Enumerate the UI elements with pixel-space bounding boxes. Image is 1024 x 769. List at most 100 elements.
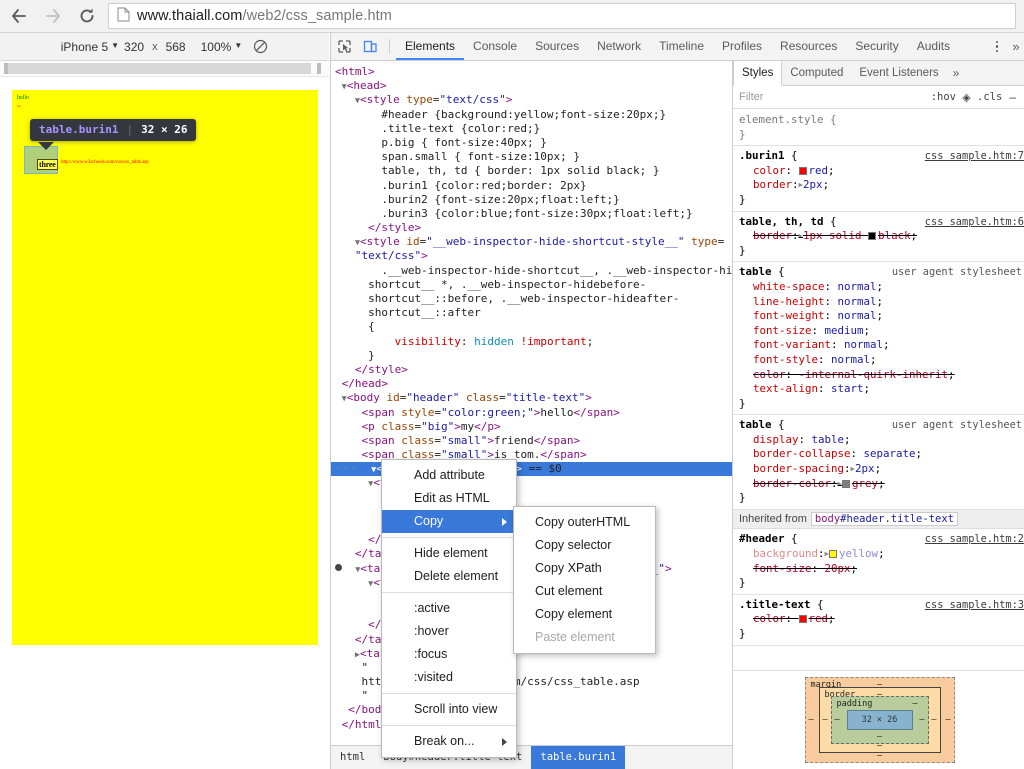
style-rule-inherited[interactable]: css sample.htm:3 .title-text { color: re…	[733, 595, 1024, 646]
device-selector[interactable]: iPhone 5 ▼	[61, 40, 119, 54]
dom-line[interactable]: shortcut__ *, .__web-inspector-hidebefor…	[331, 278, 732, 292]
padding-bottom-value[interactable]: –	[877, 732, 882, 742]
device-height-input[interactable]: 568	[166, 40, 186, 54]
dom-line[interactable]: </head>	[331, 377, 732, 391]
dom-line[interactable]: <p class="big">my</p>	[331, 420, 732, 434]
tab-timeline[interactable]: Timeline	[650, 33, 713, 60]
inspect-element-icon[interactable]	[331, 33, 357, 60]
style-rule-user-agent[interactable]: user agent stylesheet table { display: t…	[733, 415, 1024, 510]
declaration[interactable]: font-size: 20px;	[739, 562, 1024, 577]
toggle-device-toolbar-icon[interactable]	[357, 33, 383, 60]
dom-line[interactable]: .title-text {color:red;}	[331, 122, 732, 136]
dom-line[interactable]: visibility: hidden !important;	[331, 335, 732, 349]
page-table-cell-three[interactable]: three	[37, 159, 58, 170]
styles-rules-list[interactable]: element.style { } css sample.htm:7 .buri…	[733, 110, 1024, 670]
rule-source-link[interactable]: css sample.htm:2	[925, 532, 1024, 547]
more-options-icon[interactable]	[987, 40, 1007, 53]
declaration[interactable]: font-size: medium;	[739, 324, 1024, 339]
close-devtools-icon[interactable]: »	[1007, 39, 1024, 54]
color-palette-icon[interactable]: ◈	[960, 91, 973, 104]
dom-line[interactable]: #header {background:yellow;font-size:20p…	[331, 108, 732, 122]
menu-item-copy-outerhtml[interactable]: Copy outerHTML	[514, 511, 655, 534]
padding-top-value[interactable]: –	[912, 699, 917, 709]
dom-line[interactable]: .burin1 {color:red;border: 2px}	[331, 179, 732, 193]
dom-line[interactable]: }	[331, 349, 732, 363]
dom-line[interactable]: .burin3 {color:blue;font-size:30px;float…	[331, 207, 732, 221]
declaration[interactable]: color: red;	[739, 164, 1024, 179]
box-model-margin[interactable]: margin – – – – border – – – – padding – …	[804, 677, 955, 763]
dom-line[interactable]: table, th, td { border: 1px solid black;…	[331, 164, 732, 178]
tab-elements[interactable]: Elements	[396, 33, 465, 60]
dom-line[interactable]: ▼<head>	[331, 79, 732, 93]
forward-arrow-icon[interactable]	[38, 1, 68, 31]
styles-more-tabs-icon[interactable]: »	[947, 61, 966, 85]
dom-line[interactable]: .burin2 {font-size:20px;float:left;}	[331, 193, 732, 207]
tab-profiles[interactable]: Profiles	[713, 33, 771, 60]
dom-line[interactable]: p.big { font-size:40px; }	[331, 136, 732, 150]
menu-item-visited[interactable]: :visited	[382, 666, 516, 689]
declaration[interactable]: border-color:▶ grey;	[739, 477, 1024, 492]
color-swatch[interactable]	[868, 232, 877, 241]
declaration[interactable]: border-spacing:▶2px;	[739, 462, 1024, 477]
dom-line[interactable]: </style>	[331, 363, 732, 377]
color-swatch[interactable]	[798, 166, 807, 175]
tab-resources[interactable]: Resources	[771, 33, 846, 60]
color-swatch[interactable]	[829, 550, 838, 559]
tab-network[interactable]: Network	[588, 33, 650, 60]
menu-item-add-attribute[interactable]: Add attribute	[382, 464, 516, 487]
style-rule-user-agent[interactable]: user agent stylesheet table { white-spac…	[733, 262, 1024, 416]
declaration[interactable]: border-collapse: separate;	[739, 447, 1024, 462]
dom-line[interactable]: ▼<style type="text/css">	[331, 93, 732, 107]
dom-line[interactable]: {	[331, 320, 732, 334]
tab-computed[interactable]: Computed	[782, 61, 851, 85]
dom-line[interactable]: <span class="small">friend</span>	[331, 434, 732, 448]
menu-item-copy-xpath[interactable]: Copy XPath	[514, 557, 655, 580]
declaration[interactable]: display: table;	[739, 433, 1024, 448]
menu-item-scroll-into-view[interactable]: Scroll into view	[382, 698, 516, 721]
back-arrow-icon[interactable]	[4, 1, 34, 31]
style-rule-inherited[interactable]: css sample.htm:2 #header { background:▶ y…	[733, 529, 1024, 595]
dom-line[interactable]: shortcut__::before, .__web-inspector-hid…	[331, 292, 732, 306]
dom-line[interactable]: shortcut__::after	[331, 306, 732, 320]
new-style-rule-button[interactable]: –	[1006, 90, 1019, 104]
element-classes-button[interactable]: .cls	[973, 91, 1006, 103]
rule-source-link[interactable]: css sample.htm:3	[925, 598, 1024, 613]
menu-item-delete-element[interactable]: Delete element	[382, 565, 516, 588]
dom-line[interactable]: "text/css">	[331, 249, 732, 263]
declaration[interactable]: white-space: normal;	[739, 280, 1024, 295]
menu-item-hide-element[interactable]: Hide element	[382, 542, 516, 565]
declaration[interactable]: text-align: start;	[739, 382, 1024, 397]
box-model-content[interactable]: 32 × 26	[846, 710, 913, 730]
menu-item-copy[interactable]: Copy	[382, 510, 516, 533]
breadcrumb-item-table[interactable]: table.burin1	[531, 746, 626, 769]
tab-security[interactable]: Security	[846, 33, 907, 60]
style-rule[interactable]: css sample.htm:7 .burin1 { color: red; b…	[733, 146, 1024, 212]
no-throttling-icon[interactable]	[253, 39, 268, 54]
breadcrumb-item-html[interactable]: html	[331, 746, 374, 769]
padding-left-value[interactable]: –	[835, 715, 840, 725]
color-swatch[interactable]	[798, 615, 807, 624]
declaration[interactable]: font-weight: normal;	[739, 309, 1024, 324]
box-model-border[interactable]: border – – – – padding – – – – 32 × 26	[818, 687, 941, 753]
declaration[interactable]: font-style: normal;	[739, 353, 1024, 368]
declaration[interactable]: background:▶ yellow;	[739, 547, 1024, 562]
style-rule[interactable]: css sample.htm:6 table, th, td { border:…	[733, 212, 1024, 263]
rule-source-link[interactable]: css sample.htm:7	[925, 149, 1024, 164]
declaration[interactable]: color: -internal-quirk-inherit;	[739, 368, 1024, 383]
rule-source-link[interactable]: css sample.htm:6	[925, 215, 1024, 230]
color-swatch[interactable]	[842, 479, 851, 488]
dom-line[interactable]: .__web-inspector-hide-shortcut__, .__web…	[331, 264, 732, 278]
context-submenu-copy[interactable]: Copy outerHTML Copy selector Copy XPath …	[513, 506, 656, 654]
dom-line[interactable]: <span style="color:green;">hello</span>	[331, 406, 732, 420]
context-menu[interactable]: Add attribute Edit as HTML Copy Hide ele…	[381, 459, 517, 758]
padding-right-value[interactable]: –	[919, 715, 924, 725]
dom-line[interactable]: ▼<body id="header" class="title-text">	[331, 391, 732, 405]
menu-item-copy-selector[interactable]: Copy selector	[514, 534, 655, 557]
address-bar[interactable]: www.thaiall.com/web2/css_sample.htm	[108, 3, 1016, 29]
declaration[interactable]: line-height: normal;	[739, 295, 1024, 310]
border-right-value[interactable]: –	[931, 715, 936, 725]
menu-item-edit-as-html[interactable]: Edit as HTML	[382, 487, 516, 510]
tab-console[interactable]: Console	[464, 33, 526, 60]
menu-item-focus[interactable]: :focus	[382, 643, 516, 666]
menu-item-hover[interactable]: :hover	[382, 620, 516, 643]
